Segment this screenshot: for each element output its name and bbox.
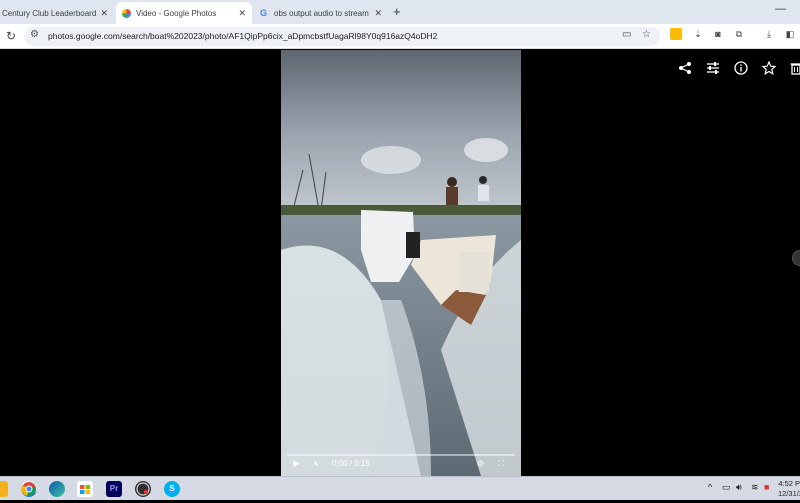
obs-studio-icon[interactable]: [135, 481, 151, 497]
system-clock[interactable]: 4:52 P 12/31/2: [778, 479, 800, 499]
video-time: 0:00 / 0:15: [332, 459, 370, 468]
address-bar[interactable]: ⚙ photos.google.com/search/boat%202023/p…: [24, 27, 660, 46]
windows-taskbar: Pr S ^ ▭ 🔊︎ ≋ ■ 4:52 P 12/31/2: [0, 476, 800, 500]
tab-title: Century Club Leaderboard | Pa...: [2, 8, 97, 18]
tab-title: obs output audio to stream set: [274, 8, 370, 18]
chevron-up-icon[interactable]: ^: [708, 482, 712, 492]
battery-icon[interactable]: ▭: [722, 482, 731, 493]
close-icon[interactable]: ✕: [100, 8, 108, 19]
extension-yellow-icon[interactable]: [670, 28, 682, 40]
notification-icon[interactable]: ■: [764, 482, 769, 492]
cast-icon[interactable]: ▭: [622, 29, 631, 40]
volume-muted-icon[interactable]: 🔇︎: [314, 459, 319, 469]
downloads-icon[interactable]: ⤓: [763, 28, 775, 40]
premiere-pro-icon[interactable]: Pr: [106, 481, 122, 497]
favorite-icon[interactable]: [762, 61, 776, 75]
microsoft-store-icon[interactable]: [77, 481, 93, 497]
play-icon[interactable]: ▶: [293, 458, 300, 469]
wifi-icon[interactable]: ≋: [751, 482, 759, 493]
clock-time: 4:52 P: [778, 479, 800, 488]
settings-gear-icon[interactable]: ⚙: [477, 459, 484, 468]
close-icon[interactable]: ✕: [238, 8, 246, 19]
delete-icon[interactable]: [789, 61, 800, 75]
tab-google-photos[interactable]: Video - Google Photos ✕: [116, 2, 252, 24]
adjust-icon[interactable]: [706, 61, 720, 75]
new-tab-button[interactable]: +: [393, 4, 401, 19]
minimize-button[interactable]: —: [775, 3, 786, 15]
video-player[interactable]: ▶ 🔇︎ 0:00 / 0:15 ⚙ ⛶: [281, 50, 521, 476]
edge-icon[interactable]: [49, 481, 65, 497]
share-icon[interactable]: [678, 61, 692, 75]
google-photos-icon: [122, 8, 131, 18]
video-controls: ▶ 🔇︎ 0:00 / 0:15 ⚙ ⛶: [281, 452, 521, 476]
fullscreen-icon[interactable]: ⛶: [498, 459, 504, 469]
skype-icon[interactable]: S: [164, 481, 180, 497]
tab-title: Video - Google Photos: [136, 8, 217, 18]
next-photo-button[interactable]: [792, 250, 800, 266]
photo-viewer: ▶ 🔇︎ 0:00 / 0:15 ⚙ ⛶: [0, 50, 800, 476]
side-panel-icon[interactable]: ◧: [784, 28, 796, 40]
bookmark-star-icon[interactable]: ☆: [642, 29, 651, 40]
volume-icon[interactable]: 🔊︎: [736, 482, 742, 493]
close-icon[interactable]: ✕: [374, 8, 382, 19]
file-explorer-icon[interactable]: [0, 481, 8, 497]
reload-icon[interactable]: ↻: [6, 28, 16, 45]
tab-obs-search[interactable]: G obs output audio to stream set ✕: [254, 2, 388, 24]
boat-video-frame: [281, 50, 521, 476]
url-text[interactable]: photos.google.com/search/boat%202023/pho…: [48, 31, 437, 41]
info-icon[interactable]: [734, 61, 748, 75]
tab-century-club[interactable]: Century Club Leaderboard | Pa... ✕: [0, 2, 114, 24]
google-g-icon: G: [260, 7, 268, 18]
extension-download-icon[interactable]: ⇣: [692, 28, 704, 40]
camera-icon[interactable]: ◙: [712, 28, 724, 40]
extensions-puzzle-icon[interactable]: ⧉: [733, 28, 745, 40]
clock-date: 12/31/2: [778, 489, 800, 498]
chrome-icon[interactable]: [21, 481, 37, 497]
tab-strip: Century Club Leaderboard | Pa... ✕ Video…: [0, 0, 800, 24]
browser-toolbar: ↻ ⚙ photos.google.com/search/boat%202023…: [0, 24, 800, 49]
site-info-icon[interactable]: ⚙: [30, 29, 39, 40]
